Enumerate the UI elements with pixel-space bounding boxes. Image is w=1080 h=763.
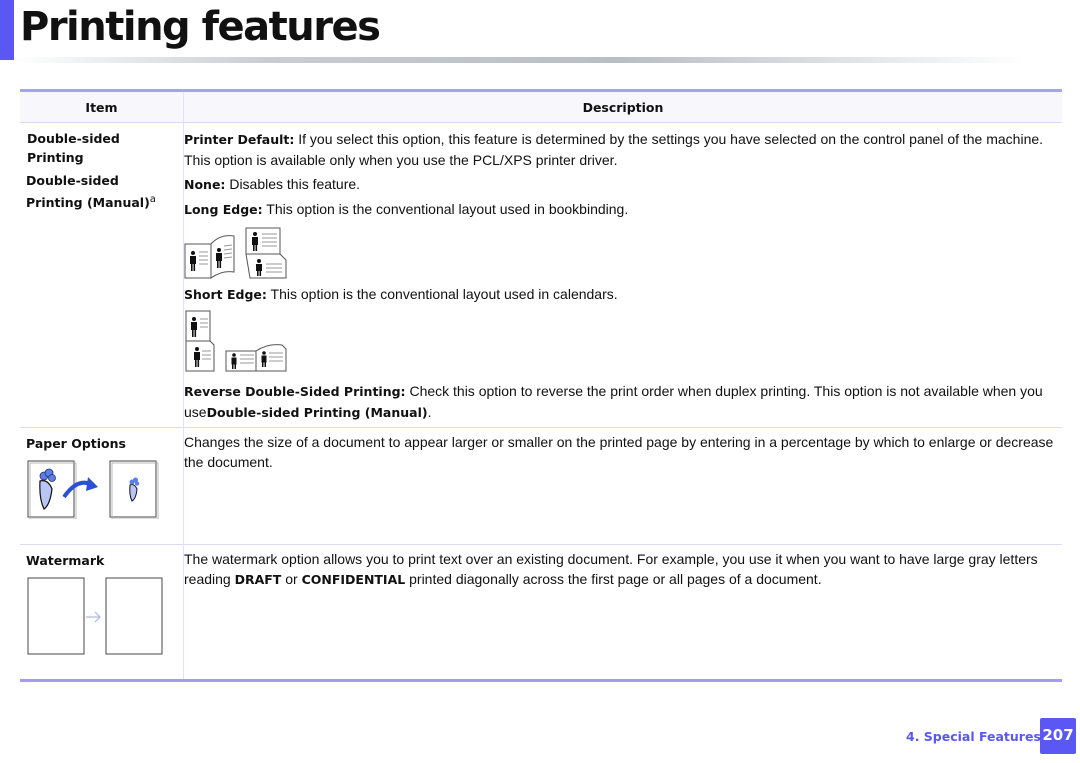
table-row-watermark: Watermark The watermark option allows yo… [20, 544, 1062, 682]
scale-document-illustration [27, 460, 159, 520]
option-reverse-double-sided: Reverse Double-Sided Printing: Check thi… [184, 383, 1043, 420]
item-paper-options: Paper Options [26, 436, 126, 451]
table-row-duplex: Double-sided Printing Double-sided Print… [20, 122, 1062, 428]
option-printer-default: Printer Default: If you select this opti… [184, 131, 1044, 168]
watermark-example-draft: DRAFT [234, 572, 282, 587]
column-header-description: Description [183, 89, 1062, 123]
watermark-description: The watermark option allows you to print… [183, 544, 1062, 682]
option-short-edge: Short Edge: This option is the conventio… [184, 286, 618, 302]
footer-section-link[interactable]: 4. Special Features [906, 729, 1041, 744]
table-row-paper-options: Paper Options Changes the size of a docu… [20, 427, 1062, 545]
column-header-item: Item [20, 89, 184, 123]
features-table: Item Description Double-sided Printing D… [20, 89, 1062, 682]
paper-options-description: Changes the size of a document to appear… [183, 427, 1062, 545]
long-edge-binding-illustration [184, 227, 287, 279]
option-none: None: Disables this feature. [184, 176, 361, 192]
item-watermark: Watermark [26, 553, 105, 568]
item-double-sided-printing: Double-sided Printing [27, 131, 120, 165]
title-accent-bar [0, 0, 14, 60]
item-double-sided-printing-manual: Double-sided Printing (Manual)a [26, 173, 156, 211]
page-title: Printing features [20, 4, 381, 50]
watermark-illustration [27, 577, 163, 655]
option-long-edge: Long Edge: This option is the convention… [184, 201, 629, 217]
page-number-badge: 207 [1040, 718, 1076, 754]
footnote-mark: a [149, 194, 156, 205]
watermark-example-confidential: CONFIDENTIAL [301, 572, 406, 587]
short-edge-binding-illustration [185, 310, 287, 372]
title-divider [14, 57, 1024, 63]
